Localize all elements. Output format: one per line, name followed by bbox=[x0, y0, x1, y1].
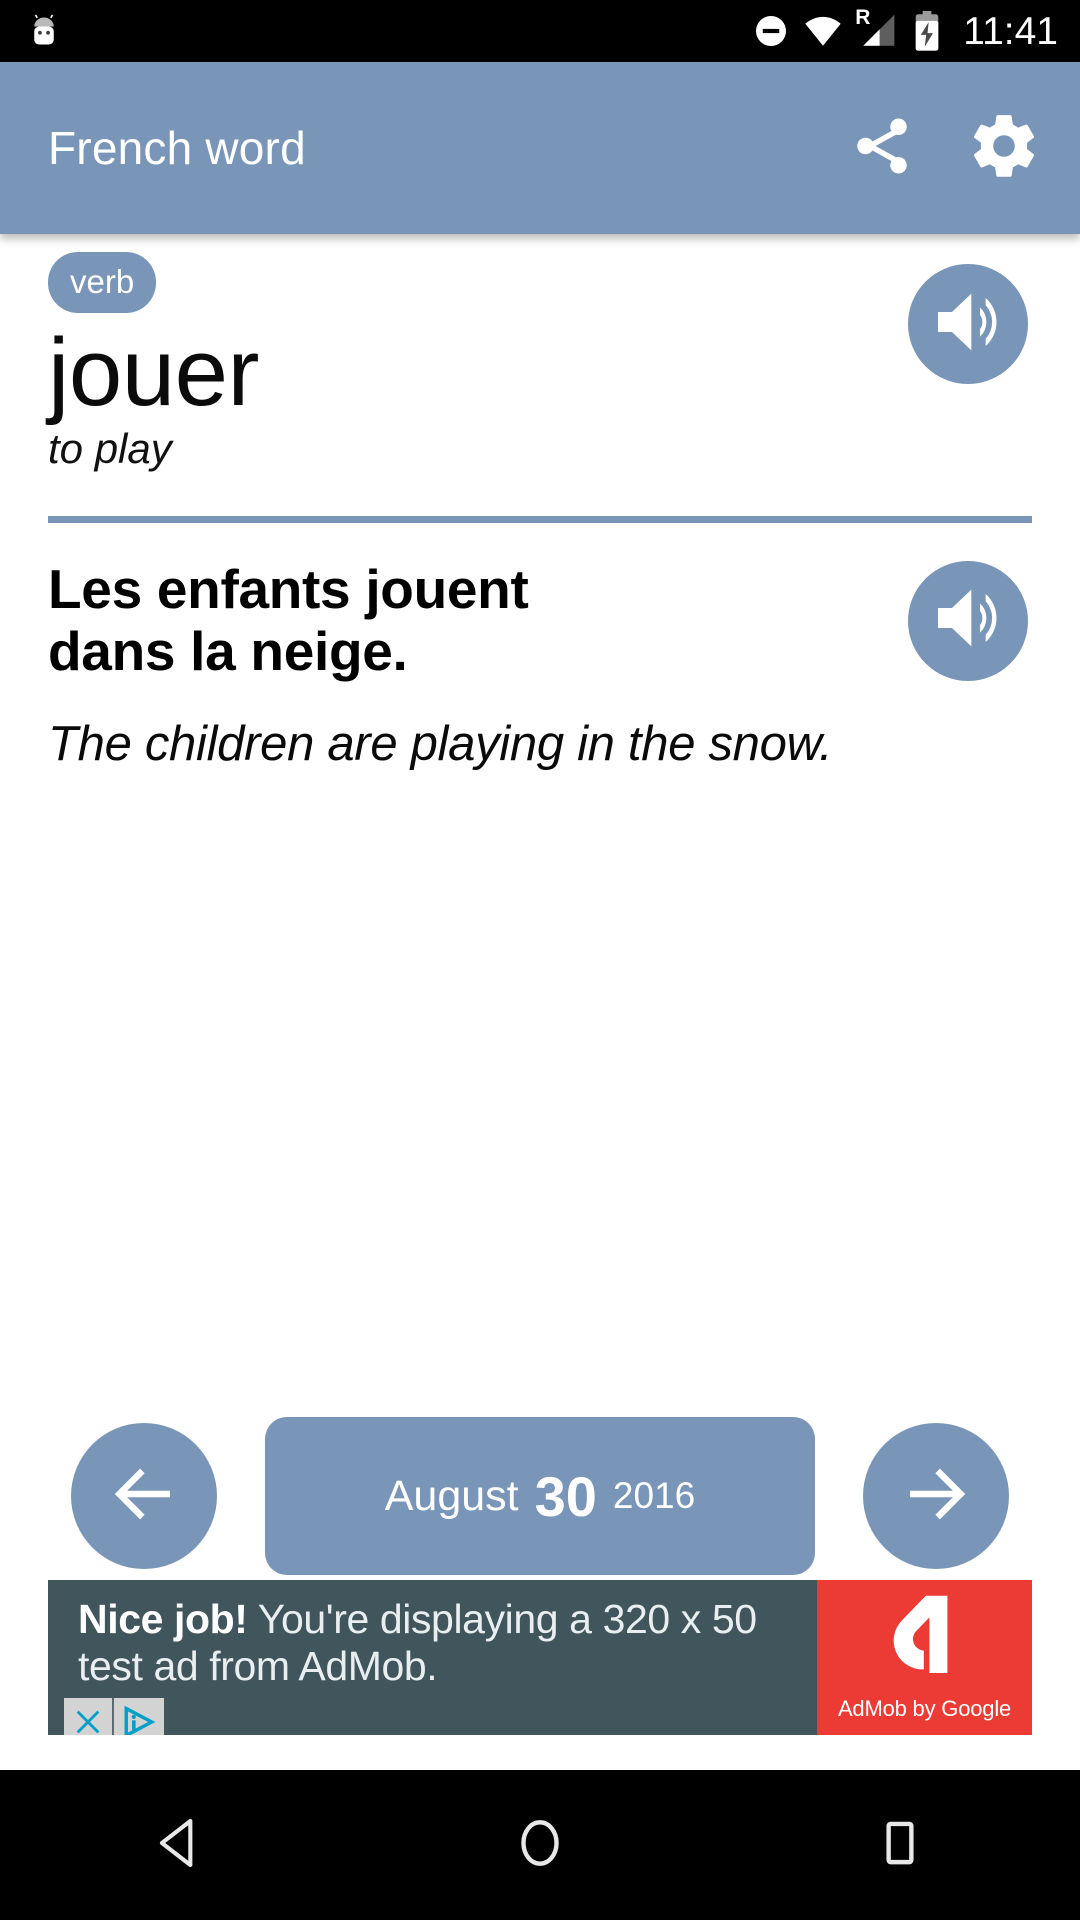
settings-button[interactable] bbox=[968, 112, 1040, 184]
ad-banner[interactable]: Nice job! You're displaying a 320 x 50 t… bbox=[48, 1580, 1032, 1735]
gear-icon bbox=[967, 109, 1041, 188]
ad-text-pane[interactable]: Nice job! You're displaying a 320 x 50 t… bbox=[48, 1580, 817, 1735]
nav-home-button[interactable] bbox=[460, 1770, 620, 1920]
app-bar-actions bbox=[846, 112, 1080, 184]
home-circle-icon bbox=[509, 1812, 571, 1879]
date-display-button[interactable]: August 30 2016 bbox=[265, 1417, 815, 1575]
nav-recents-button[interactable] bbox=[820, 1770, 980, 1920]
recents-square-icon bbox=[869, 1812, 931, 1879]
phone-screen: R 11:41 French word verb jouer to play L… bbox=[0, 0, 1080, 1920]
status-bar-notifications bbox=[0, 13, 62, 49]
status-bar-system-icons: R 11:41 bbox=[753, 7, 1080, 53]
word-audio-button[interactable] bbox=[908, 264, 1028, 384]
section-divider bbox=[48, 515, 1032, 523]
example-sentence-source: Les enfants jouent dans la neige. bbox=[48, 557, 529, 682]
date-navigation: August 30 2016 bbox=[0, 1410, 1080, 1582]
adchoices-info-button[interactable] bbox=[112, 1698, 164, 1735]
adchoices-overlay[interactable] bbox=[64, 1698, 164, 1735]
arrow-right-icon bbox=[897, 1455, 975, 1538]
admob-logo-icon bbox=[877, 1587, 973, 1688]
android-robot-icon bbox=[26, 13, 62, 49]
date-year: 2016 bbox=[612, 1475, 696, 1516]
ad-close-button[interactable] bbox=[64, 1698, 112, 1735]
app-bar: French word bbox=[0, 62, 1080, 234]
ad-brand-label: AdMob by Google bbox=[837, 1696, 1012, 1721]
speaker-volume-icon bbox=[928, 578, 1008, 663]
battery-charging-icon bbox=[913, 11, 941, 51]
date-month: August bbox=[384, 1471, 519, 1520]
next-day-button[interactable] bbox=[863, 1423, 1009, 1569]
previous-day-button[interactable] bbox=[71, 1423, 217, 1569]
nav-back-button[interactable] bbox=[100, 1770, 260, 1920]
wifi-icon bbox=[803, 13, 843, 49]
close-x-icon bbox=[71, 1705, 105, 1736]
example-sentence-translation: The children are playing in the snow. bbox=[48, 717, 833, 772]
date-day: 30 bbox=[534, 1464, 597, 1528]
status-bar: R 11:41 bbox=[0, 0, 1080, 62]
back-triangle-icon bbox=[149, 1812, 211, 1879]
headword: jouer bbox=[48, 319, 259, 426]
cellular-signal-icon: R bbox=[855, 7, 899, 49]
share-icon bbox=[849, 113, 915, 184]
part-of-speech-badge: verb bbox=[48, 252, 157, 313]
ad-headline: Nice job! bbox=[78, 1596, 248, 1642]
headword-translation: to play bbox=[48, 424, 172, 472]
main-content: verb jouer to play Les enfants jouent da… bbox=[0, 234, 1080, 1752]
do-not-disturb-icon bbox=[753, 13, 789, 49]
ad-copy: Nice job! You're displaying a 320 x 50 t… bbox=[78, 1596, 817, 1690]
sentence-audio-button[interactable] bbox=[908, 560, 1028, 681]
arrow-left-icon bbox=[105, 1455, 183, 1538]
share-button[interactable] bbox=[846, 112, 918, 184]
status-bar-clock: 11:41 bbox=[963, 9, 1058, 53]
word-card: verb jouer to play bbox=[0, 234, 1080, 472]
ad-logo-pane: AdMob by Google bbox=[817, 1580, 1032, 1735]
system-navigation-bar bbox=[0, 1770, 1080, 1920]
example-sentence-card: Les enfants jouent dans la neige. The ch… bbox=[0, 523, 1080, 773]
adchoices-info-icon bbox=[120, 1705, 158, 1735]
page-title: French word bbox=[48, 122, 306, 174]
speaker-volume-icon bbox=[928, 282, 1008, 367]
